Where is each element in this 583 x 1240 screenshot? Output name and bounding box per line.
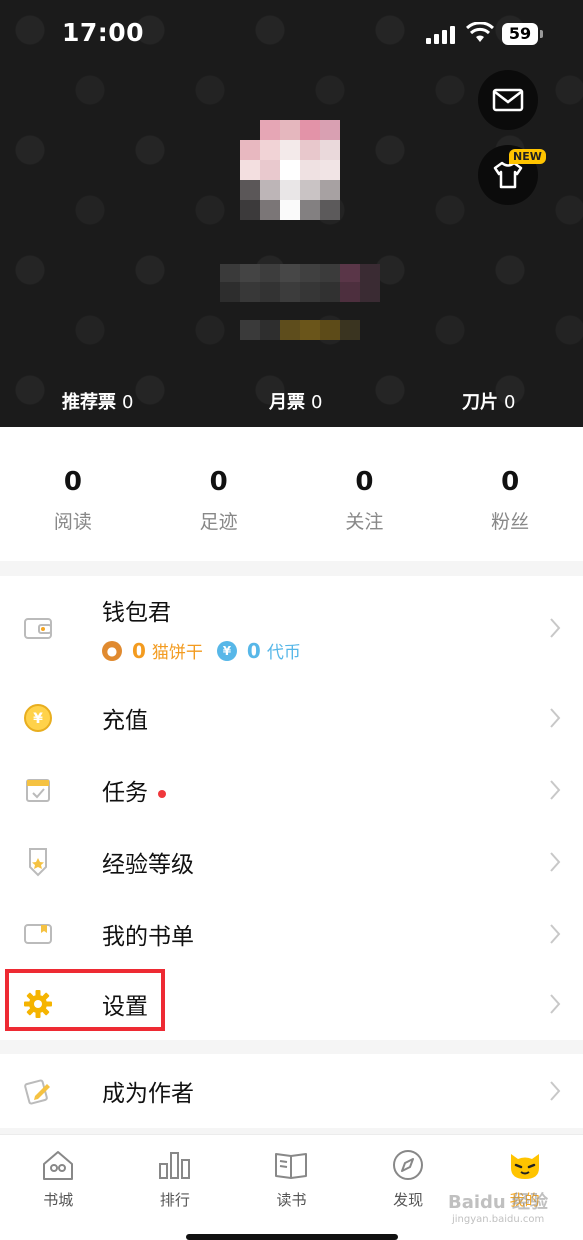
profile-header: 17:00 59 NEW 推荐票 0 月票 0 刀片 0 xyxy=(0,0,583,427)
chevron-right-icon xyxy=(550,618,561,638)
settings-highlight-box xyxy=(5,969,165,1031)
mail-button[interactable] xyxy=(478,70,538,130)
count-following[interactable]: 0 关注 xyxy=(292,427,438,561)
shirt-icon xyxy=(493,161,523,189)
chevron-right-icon xyxy=(550,780,561,800)
chevron-right-icon xyxy=(550,924,561,944)
booklist-icon xyxy=(22,918,54,950)
svg-text:¥: ¥ xyxy=(33,711,43,727)
blades-value: 0 xyxy=(504,392,516,413)
recharge-label: 充值 xyxy=(102,708,148,734)
chevron-right-icon xyxy=(550,852,561,872)
tab-bookstore-label: 书城 xyxy=(43,1191,74,1209)
wallet-label: 钱包君 xyxy=(102,600,171,626)
wallet-icon xyxy=(22,612,54,644)
count-reading-label: 阅读 xyxy=(53,511,92,533)
tab-ranking[interactable]: 排行 xyxy=(117,1135,234,1240)
count-following-label: 关注 xyxy=(345,511,384,533)
monthly-votes-label: 月票 xyxy=(269,392,305,413)
mail-icon xyxy=(492,88,524,112)
level-label: 经验等级 xyxy=(102,852,194,878)
chevron-right-icon xyxy=(550,994,561,1014)
user-id-obscured xyxy=(240,320,360,340)
blades[interactable]: 刀片 0 xyxy=(462,388,515,414)
tab-ranking-label: 排行 xyxy=(159,1191,190,1209)
menu-item-wallet[interactable]: 钱包君 ● 0 猫饼干 ¥ 0 代币 xyxy=(0,576,583,682)
menu-item-become-author[interactable]: 成为作者 xyxy=(0,1055,583,1127)
recommend-votes-label: 推荐票 xyxy=(62,392,116,413)
notification-dot xyxy=(158,789,166,798)
chevron-right-icon xyxy=(550,708,561,728)
home-indicator[interactable] xyxy=(186,1234,398,1240)
home-icon xyxy=(38,1147,78,1183)
watermark: Baidu 经验 xyxy=(448,1192,549,1213)
count-fans-value: 0 xyxy=(501,467,520,497)
tasks-label: 任务 xyxy=(102,773,166,807)
count-fans-label: 粉丝 xyxy=(491,511,530,533)
tab-reading[interactable]: 读书 xyxy=(233,1135,350,1240)
count-reading[interactable]: 0 阅读 xyxy=(0,427,146,561)
monthly-votes-value: 0 xyxy=(311,392,323,413)
tab-reading-label: 读书 xyxy=(276,1191,307,1209)
count-history-value: 0 xyxy=(209,467,228,497)
compass-icon xyxy=(388,1147,428,1183)
menu-item-level[interactable]: 经验等级 xyxy=(0,826,583,898)
menu-item-booklist[interactable]: 我的书单 xyxy=(0,898,583,970)
count-reading-value: 0 xyxy=(63,467,82,497)
tasks-label-text: 任务 xyxy=(102,780,148,806)
tokens-label: 代币 xyxy=(266,643,301,663)
signal-icon xyxy=(426,26,456,44)
menu-item-recharge[interactable]: ¥ 充值 xyxy=(0,682,583,754)
count-history-label: 足迹 xyxy=(199,511,238,533)
cat-icon xyxy=(505,1147,545,1183)
menu-section-author: 成为作者 xyxy=(0,1054,583,1128)
blades-label: 刀片 xyxy=(462,392,498,413)
new-badge: NEW xyxy=(509,149,546,164)
book-icon xyxy=(271,1147,311,1183)
username-obscured xyxy=(220,264,380,302)
avatar[interactable] xyxy=(240,100,340,220)
cookies-label: 猫饼干 xyxy=(151,643,203,663)
token-icon: ¥ xyxy=(216,640,237,661)
wallet-balance: ● 0 猫饼干 ¥ 0 代币 xyxy=(102,638,301,663)
tokens-value: 0 xyxy=(246,638,261,663)
count-fans[interactable]: 0 粉丝 xyxy=(437,427,583,561)
menu-item-tasks[interactable]: 任务 xyxy=(0,754,583,826)
chart-icon xyxy=(155,1147,195,1183)
calendar-check-icon xyxy=(22,774,54,806)
pen-paper-icon xyxy=(22,1075,54,1107)
become-author-label: 成为作者 xyxy=(102,1081,194,1107)
status-bar: 17:00 59 xyxy=(0,0,583,70)
count-history[interactable]: 0 足迹 xyxy=(146,427,292,561)
status-time: 17:00 xyxy=(62,18,145,47)
tab-bookstore[interactable]: 书城 xyxy=(0,1135,117,1240)
booklist-label: 我的书单 xyxy=(102,924,194,950)
cookies-value: 0 xyxy=(132,638,146,663)
cookie-icon: ● xyxy=(102,640,122,661)
watermark-url: jingyan.baidu.com xyxy=(452,1214,545,1225)
recommend-votes[interactable]: 推荐票 0 xyxy=(62,388,133,414)
yen-coin-icon: ¥ xyxy=(22,702,54,734)
battery-icon: 59 xyxy=(502,23,543,45)
activity-counts: 0 阅读 0 足迹 0 关注 0 粉丝 xyxy=(0,427,583,561)
medal-icon xyxy=(22,846,54,878)
count-following-value: 0 xyxy=(355,467,374,497)
monthly-votes[interactable]: 月票 0 xyxy=(269,388,322,414)
chevron-right-icon xyxy=(550,1081,561,1101)
wifi-icon xyxy=(466,22,494,42)
recommend-votes-value: 0 xyxy=(122,392,134,413)
